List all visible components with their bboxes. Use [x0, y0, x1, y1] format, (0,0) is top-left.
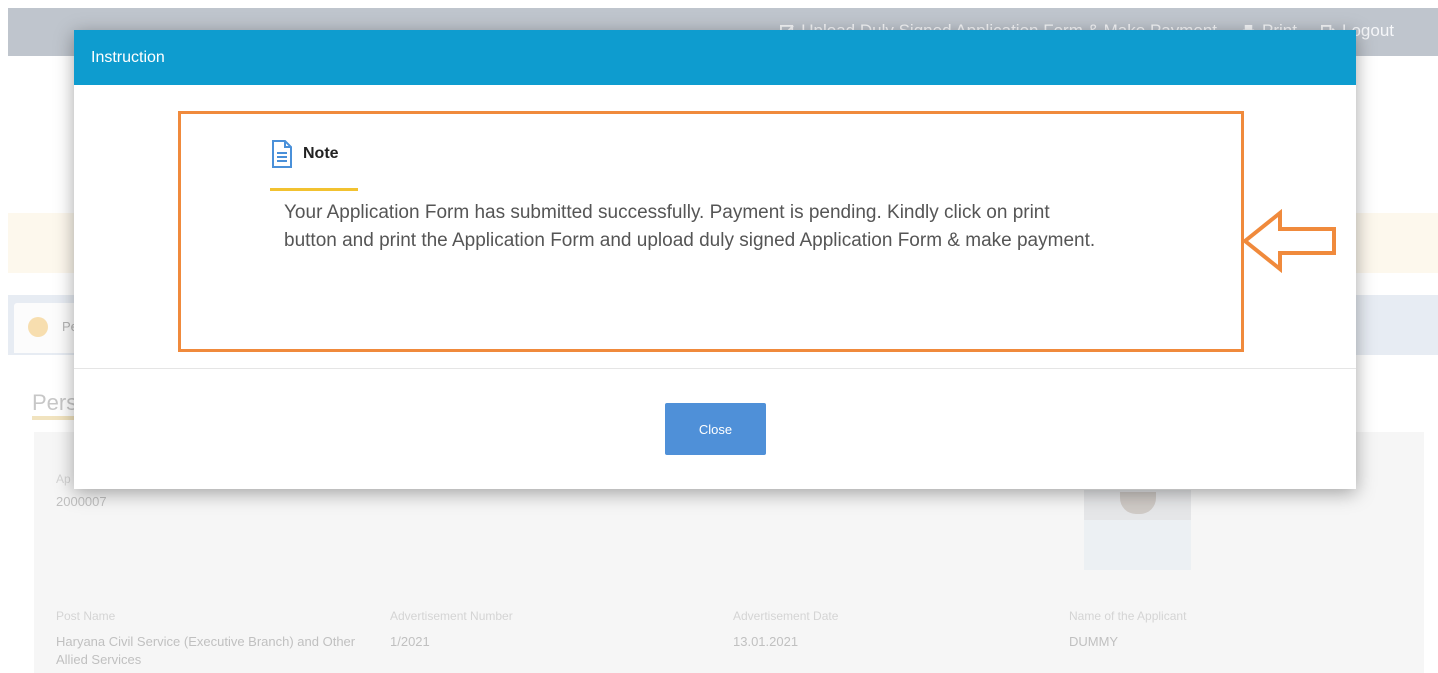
modal-header: Instruction [74, 30, 1356, 85]
note-highlight-box: Note Your Application Form has submitted… [178, 111, 1244, 352]
document-icon [272, 140, 292, 168]
close-button[interactable]: Close [665, 403, 766, 455]
note-title: Note [303, 145, 339, 162]
arrow-left-icon [1242, 209, 1336, 273]
modal-title: Instruction [91, 49, 165, 66]
instruction-modal: Instruction Note Your Application Form h… [74, 30, 1356, 489]
note-message: Your Application Form has submitted succ… [284, 202, 1096, 251]
note-title-underline [270, 188, 358, 191]
note-heading: Note [271, 140, 339, 168]
modal-footer-divider [74, 368, 1356, 369]
